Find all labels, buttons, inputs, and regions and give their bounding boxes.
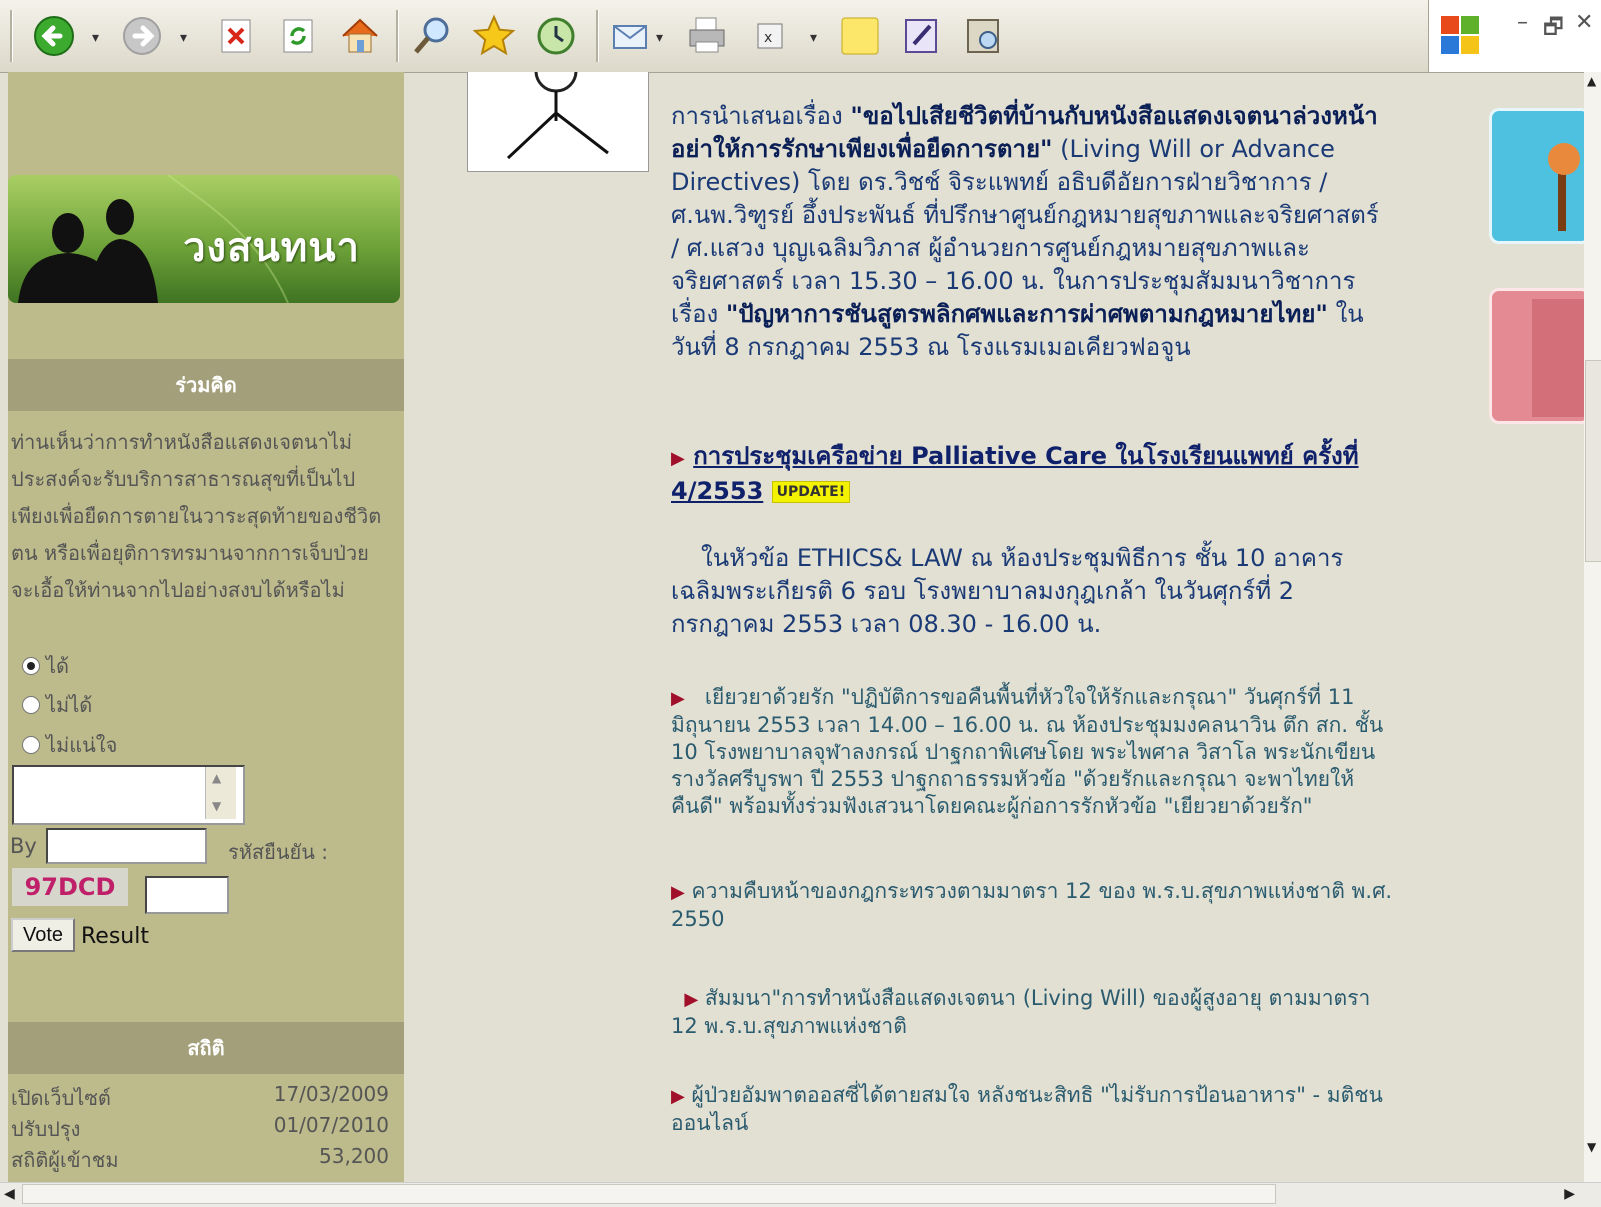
notes-icon[interactable] [838, 14, 882, 58]
toolbar-separator [396, 10, 399, 62]
banner-title: วงสนทนา [183, 224, 360, 271]
scroll-up-icon[interactable]: ▲ [212, 771, 221, 785]
update-badge: UPDATE! [771, 481, 851, 503]
news-body-text: ในหัวข้อ ETHICS& LAW ณ ห้องประชุมพิธีการ… [671, 544, 1344, 638]
textarea-scrollbar[interactable]: ▲ ▼ [205, 767, 236, 819]
scroll-down-icon[interactable]: ▼ [1587, 1140, 1596, 1154]
browser-toolbar: ▾ ▾ ▾ x ▾ – 🗗 ✕ [0, 0, 1601, 73]
option-label: ได้ [46, 654, 70, 678]
main-content: การนำเสนอเรื่อง "ขอไปเสียชีวิตที่บ้านกับ… [404, 72, 1584, 1182]
excel-icon[interactable]: x [748, 14, 792, 58]
home-icon[interactable] [338, 14, 382, 58]
stats-header: สถิติ [8, 1022, 404, 1074]
scroll-left-icon[interactable]: ◀ [4, 1186, 15, 1202]
stop-icon[interactable] [214, 14, 258, 58]
poll-option-yes[interactable]: ได้ [22, 650, 69, 682]
stat-value: 01/07/2010 [273, 1113, 389, 1137]
minimize-button[interactable]: – [1517, 10, 1528, 35]
verification-code-label: รหัสยืนยัน : [228, 840, 329, 864]
news-item[interactable]: ▶ สัมมนา"การทำหนังสือแสดงเจตนา (Living W… [671, 985, 1393, 1040]
article-thumbnail[interactable] [467, 72, 649, 172]
news-item[interactable]: ▶ ผู้ป่วยอัมพาตออสซี่ได้ตายสมใจ หลังชนะส… [671, 1082, 1393, 1137]
scroll-up-icon[interactable]: ▲ [1587, 74, 1596, 88]
news-text: ความคืบหน้าของกฎกระทรวงตามมาตรา 12 ของ พ… [671, 879, 1393, 931]
edit-icon[interactable] [900, 14, 944, 58]
option-label: ไม่แน่ใจ [46, 733, 118, 757]
poll-option-no[interactable]: ไม่ได้ [22, 689, 92, 721]
vertical-scroll-thumb[interactable] [1585, 360, 1601, 562]
windows-logo-icon [1437, 12, 1485, 64]
vote-button[interactable]: Vote [11, 918, 75, 952]
restore-button[interactable]: 🗗 [1543, 10, 1564, 48]
poll-option-unsure[interactable]: ไม่แน่ใจ [22, 729, 117, 761]
figure-sketch-icon [506, 72, 609, 160]
window-controls: – 🗗 ✕ [1428, 0, 1601, 72]
forum-banner[interactable]: วงสนทนา [8, 175, 400, 303]
stat-row: สถิติผู้เข้าชม 53,200 [11, 1144, 389, 1176]
stat-value: 53,200 [319, 1144, 389, 1168]
close-button[interactable]: ✕ [1575, 10, 1593, 35]
mail-dropdown-icon[interactable]: ▾ [656, 30, 663, 46]
search-icon[interactable] [410, 14, 454, 58]
left-sidebar: วงสนทนา ร่วมคิด ท่านเห็นว่าการทำหนังสือแ… [8, 72, 404, 1182]
excel-dropdown-icon[interactable]: ▾ [810, 30, 817, 46]
bullet-triangle-icon: ▶ [684, 989, 699, 1010]
forward-dropdown-icon[interactable]: ▾ [180, 30, 187, 46]
poll-header: ร่วมคิด [8, 359, 404, 411]
verification-code-input[interactable] [145, 876, 229, 914]
news-text: เยียวยาด้วยรัก "ปฏิบัติการขอคืนพื้นที่หั… [671, 685, 1384, 818]
result-link[interactable]: Result [81, 924, 149, 949]
by-name-input[interactable] [46, 828, 207, 864]
news-item[interactable]: ▶ เยียวยาด้วยรัก "ปฏิบัติการขอคืนพื้นที่… [671, 684, 1393, 820]
refresh-icon[interactable] [276, 14, 320, 58]
side-banner-ad[interactable] [1489, 288, 1584, 424]
favorites-icon[interactable] [472, 14, 516, 58]
scroll-right-icon[interactable]: ▶ [1564, 1186, 1575, 1202]
horizontal-scroll-thumb[interactable] [22, 1184, 1276, 1204]
stat-label: ปรับปรุง [11, 1117, 81, 1141]
research-icon[interactable] [962, 14, 1006, 58]
news-text: สัมมนา"การทำหนังสือแสดงเจตนา (Living Wil… [671, 986, 1371, 1038]
news-item: ▶ การประชุมเครือข่าย Palliative Care ในโ… [671, 440, 1393, 508]
bullet-triangle-icon: ▶ [671, 882, 685, 903]
forward-icon[interactable] [120, 14, 164, 58]
vertical-scrollbar[interactable]: ▲ ▼ [1584, 72, 1601, 1182]
toolbar-separator [596, 10, 599, 62]
mail-icon[interactable] [610, 14, 654, 58]
radio-button[interactable] [22, 736, 40, 754]
back-icon[interactable] [32, 14, 76, 58]
paragraph-text: การนำเสนอเรื่อง [671, 102, 843, 130]
poll-question: ท่านเห็นว่าการทำหนังสือแสดงเจตนาไม่ประสง… [11, 430, 382, 602]
tree-icon [1548, 143, 1580, 231]
history-icon[interactable] [534, 14, 578, 58]
stat-row: ปรับปรุง 01/07/2010 [11, 1113, 389, 1145]
radio-button[interactable] [22, 657, 40, 675]
news-text: ผู้ป่วยอัมพาตออสซี่ได้ตายสมใจ หลังชนะสิท… [671, 1083, 1383, 1135]
option-label: ไม่ได้ [46, 693, 93, 717]
radio-button[interactable] [22, 696, 40, 714]
bullet-triangle-icon: ▶ [671, 448, 685, 469]
by-label: By [10, 834, 37, 858]
captcha-image: 97DCD [12, 868, 128, 906]
book-cover-icon [1532, 299, 1584, 417]
print-icon[interactable] [686, 14, 730, 58]
news-item[interactable]: ▶ ความคืบหน้าของกฎกระทรวงตามมาตรา 12 ของ… [671, 878, 1393, 933]
bullet-triangle-icon: ▶ [671, 688, 685, 709]
back-dropdown-icon[interactable]: ▾ [92, 30, 99, 46]
bullet-triangle-icon: ▶ [671, 1086, 685, 1107]
stat-row: เปิดเว็บไซต์ 17/03/2009 [11, 1082, 389, 1114]
scroll-down-icon[interactable]: ▼ [212, 799, 221, 813]
stat-label: เปิดเว็บไซต์ [11, 1086, 111, 1110]
side-banner-ad[interactable] [1489, 108, 1584, 244]
toolbar-grip [10, 10, 13, 62]
stat-value: 17/03/2009 [273, 1082, 389, 1106]
news-body: ในหัวข้อ ETHICS& LAW ณ ห้องประชุมพิธีการ… [671, 542, 1393, 641]
article-paragraph: การนำเสนอเรื่อง "ขอไปเสียชีวิตที่บ้านกับ… [671, 100, 1393, 364]
svg-text:x: x [764, 30, 772, 46]
stat-label: สถิติผู้เข้าชม [11, 1148, 119, 1172]
paragraph-bold-title: "ปัญหาการชันสูตรพลิกศพและการผ่าศพตามกฎหม… [725, 300, 1328, 328]
